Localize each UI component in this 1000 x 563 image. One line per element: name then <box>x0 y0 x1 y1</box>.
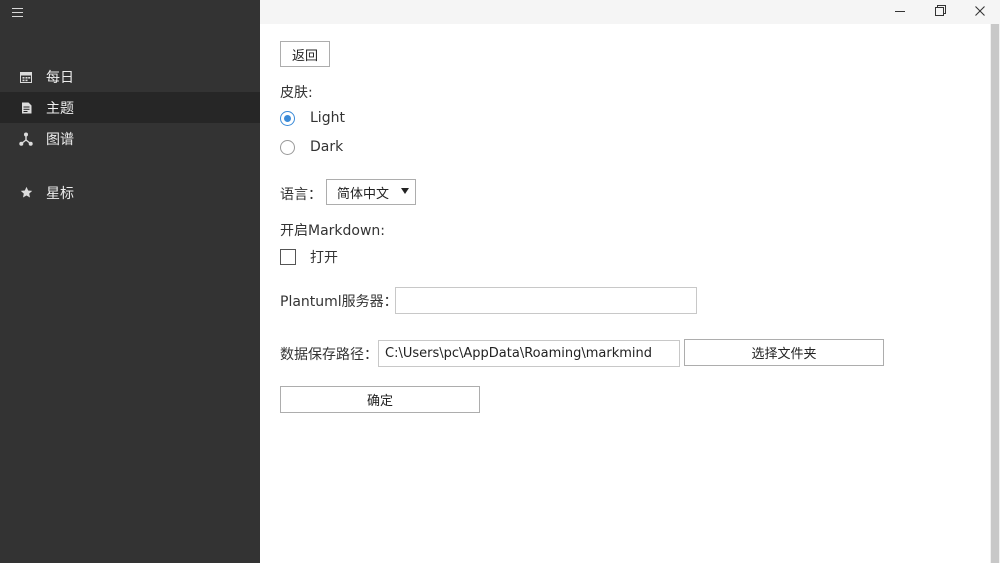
radio-light-label: Light <box>310 110 345 126</box>
language-select[interactable]: 简体中文 <box>326 179 416 205</box>
markdown-checkbox-label: 打开 <box>310 250 338 266</box>
restore-button[interactable] <box>919 0 961 24</box>
skin-label: 皮肤: <box>280 85 313 101</box>
calendar-icon <box>19 70 33 84</box>
sidebar-nav: 每日 主题 图谱 星标 <box>0 61 260 208</box>
language-label: 语言： <box>280 187 322 203</box>
data-path-label: 数据保存路径： <box>280 347 378 363</box>
document-icon <box>19 101 33 115</box>
sidebar-item-graph[interactable]: 图谱 <box>0 123 260 154</box>
markdown-label: 开启Markdown: <box>280 223 386 239</box>
dropdown-arrow-icon <box>401 188 409 194</box>
sidebar-item-topic[interactable]: 主题 <box>0 92 260 123</box>
skin-option-light[interactable]: Light <box>280 108 345 128</box>
settings-panel: 返回 皮肤: Light Dark 语言： 简体中文 开启Markdown: 打… <box>280 24 980 563</box>
radio-light[interactable] <box>280 110 295 126</box>
confirm-button[interactable]: 确定 <box>280 386 480 413</box>
title-bar <box>260 0 1000 24</box>
scrollbar-thumb[interactable] <box>991 24 999 563</box>
vertical-scrollbar[interactable] <box>990 24 1000 563</box>
star-icon <box>19 186 33 200</box>
minimize-icon <box>895 4 905 20</box>
sidebar-item-label: 每日 <box>46 69 74 86</box>
sidebar: 每日 主题 图谱 星标 <box>0 0 260 563</box>
plantuml-label: Plantuml服务器： <box>280 294 398 310</box>
back-button[interactable]: 返回 <box>280 41 330 67</box>
sidebar-item-label: 星标 <box>46 185 74 202</box>
sidebar-item-daily[interactable]: 每日 <box>0 61 260 92</box>
close-icon <box>975 4 985 20</box>
markdown-option[interactable]: 打开 <box>280 247 338 267</box>
graph-icon <box>19 132 33 146</box>
plantuml-server-input[interactable] <box>395 287 697 314</box>
radio-dark-label: Dark <box>310 139 344 155</box>
skin-option-dark[interactable]: Dark <box>280 137 343 157</box>
radio-dark[interactable] <box>280 139 295 155</box>
hamburger-icon[interactable] <box>12 8 24 20</box>
data-path-input[interactable]: C:\Users\pc\AppData\Roaming\markmind <box>378 340 680 367</box>
close-button[interactable] <box>959 0 1000 24</box>
sidebar-item-star[interactable]: 星标 <box>0 177 260 208</box>
choose-folder-button[interactable]: 选择文件夹 <box>684 339 884 366</box>
sidebar-item-label: 图谱 <box>46 131 74 148</box>
restore-icon <box>934 4 946 20</box>
language-select-value: 简体中文 <box>337 186 390 202</box>
minimize-button[interactable] <box>879 0 921 24</box>
markdown-checkbox[interactable] <box>280 249 296 265</box>
sidebar-item-label: 主题 <box>46 100 74 117</box>
